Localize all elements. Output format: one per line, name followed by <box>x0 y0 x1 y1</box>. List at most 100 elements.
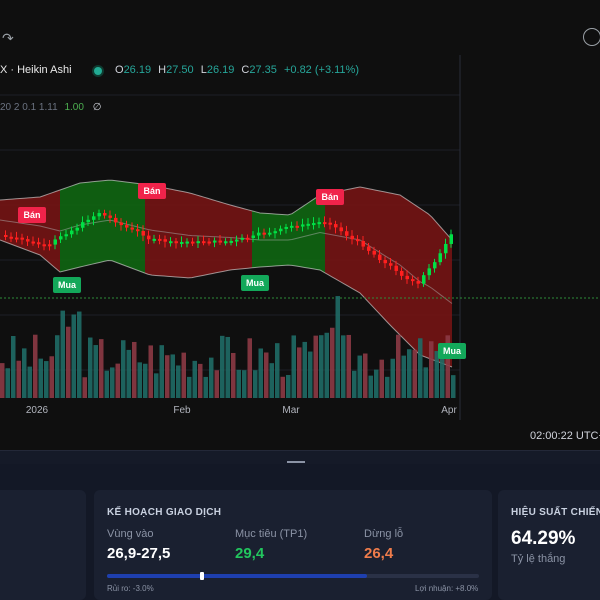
candle <box>317 222 321 225</box>
signal-tag-label: Bán <box>23 210 40 220</box>
volume-bar <box>390 358 395 398</box>
volume-bar <box>176 365 181 398</box>
volume-bar <box>159 345 164 398</box>
clock-readout[interactable]: 02:00:22 UTC+ <box>530 430 600 442</box>
x-axis-label: Apr <box>441 405 457 416</box>
volume-bar <box>44 361 49 398</box>
candle <box>152 238 156 241</box>
candle <box>262 232 266 235</box>
volume-bar <box>198 363 203 398</box>
target-label: Mục tiêu (TP1) <box>235 528 308 540</box>
signal-tag-label: Mua <box>443 346 462 356</box>
candle <box>378 254 382 261</box>
volume-bar <box>275 343 280 398</box>
risk-reward-bar <box>107 572 479 580</box>
entry-marker <box>200 572 204 580</box>
volume-bar <box>209 357 214 398</box>
trading-app: ↷ X · Heikin Ashi O26.19 H27.50 L26.19 C… <box>0 0 600 600</box>
snapshot-icon[interactable] <box>583 28 600 46</box>
candle <box>169 241 173 244</box>
candle <box>361 241 365 247</box>
win-rate-value: 64.29% <box>511 528 576 549</box>
redo-icon[interactable]: ↷ <box>2 30 14 47</box>
candle <box>246 237 250 240</box>
candle <box>257 232 261 236</box>
win-rate-label: Tỷ lệ thắng <box>511 553 566 565</box>
left-card <box>0 490 86 600</box>
candle <box>444 243 448 254</box>
reward-text: Lợi nhuận: +8.0% <box>415 584 479 593</box>
price-chart[interactable]: Bán Mua Bán Mua Bán Mua 2026 Feb Mar Apr <box>0 55 600 450</box>
stop-label: Dừng lỗ <box>364 528 404 540</box>
volume-bar <box>429 341 434 398</box>
candle <box>235 239 239 242</box>
x-axis-label: Mar <box>282 405 300 416</box>
candle <box>130 227 134 230</box>
trade-plan-title: KẾ HOẠCH GIAO DỊCH <box>107 507 222 518</box>
candle <box>70 230 74 235</box>
volume-bar <box>71 314 76 398</box>
candle <box>20 237 24 240</box>
candle <box>48 244 52 247</box>
volume-bar <box>352 370 357 398</box>
volume-bar <box>60 310 65 398</box>
candle <box>180 242 184 245</box>
candle <box>103 213 107 216</box>
candle <box>449 234 453 244</box>
candle <box>26 239 30 242</box>
candle <box>196 241 200 244</box>
stop-value: 26,4 <box>364 545 394 562</box>
candle <box>438 253 442 263</box>
candle <box>350 235 354 240</box>
volume-bar <box>33 334 38 398</box>
volume-bar <box>269 363 274 398</box>
volume-bar <box>341 335 346 398</box>
volume-bar <box>104 370 109 398</box>
candle <box>92 216 96 220</box>
x-axis-label: 2026 <box>26 405 49 416</box>
candle <box>306 223 310 226</box>
candle <box>97 213 101 217</box>
volume-bar <box>27 366 32 398</box>
volume-bar <box>0 363 5 398</box>
volume-bar <box>225 336 230 398</box>
volume-bar <box>308 351 313 398</box>
candle <box>295 225 299 228</box>
chart-toolbar: ↷ <box>0 0 600 56</box>
candle <box>9 236 13 239</box>
resize-handle[interactable] <box>287 461 305 463</box>
candle <box>334 224 338 228</box>
volume-bar <box>82 377 87 398</box>
volume-bar <box>335 296 340 398</box>
volume-bar <box>363 353 368 398</box>
volume-bar <box>5 368 10 398</box>
volume-bar <box>319 335 324 398</box>
candle <box>422 275 426 284</box>
volume-bar <box>77 311 82 398</box>
candle <box>4 235 8 237</box>
candle <box>75 227 79 231</box>
candle <box>191 241 195 244</box>
volume-bar <box>170 354 175 398</box>
candle <box>372 250 376 255</box>
volume-bar <box>88 337 93 398</box>
target-value: 29,4 <box>235 545 265 562</box>
signal-tag-label: Mua <box>246 278 265 288</box>
candle <box>273 231 277 234</box>
candle <box>389 263 393 266</box>
candle <box>367 246 371 251</box>
volume-bar <box>132 341 137 398</box>
volume-bar <box>313 335 318 398</box>
candle <box>411 279 415 282</box>
candle <box>37 242 41 245</box>
volume-bar <box>324 332 329 398</box>
candle <box>213 240 217 243</box>
volume-bar <box>137 362 142 398</box>
candle <box>218 240 222 243</box>
candle <box>290 225 294 228</box>
candle <box>268 232 272 235</box>
candle <box>119 222 123 226</box>
volume-bar <box>302 341 307 398</box>
candle <box>323 222 327 225</box>
candle <box>284 226 288 229</box>
